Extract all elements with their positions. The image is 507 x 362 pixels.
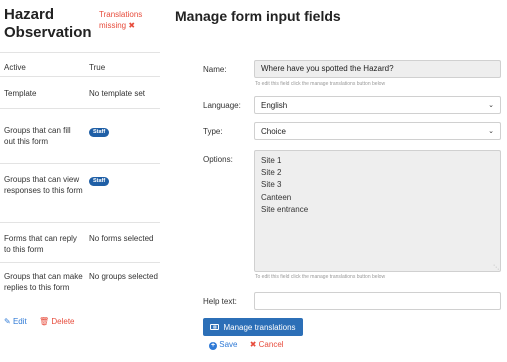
row-fill-groups: Groups that can fill out this form Staff [0, 108, 160, 163]
type-value: Choice [261, 126, 286, 136]
form-title: Hazard Observation [4, 6, 92, 41]
sidebar-actions: ✎ Edit 🗑 Delete [4, 317, 74, 326]
chevron-down-icon: ⌄ [488, 128, 494, 135]
row-reply-forms: Forms that can reply to this form No for… [0, 222, 160, 262]
edit-label: Edit [12, 317, 27, 326]
page-title: Manage form input fields [175, 8, 341, 24]
row-label: Groups that can fill out this form [4, 126, 71, 146]
name-field[interactable]: Where have you spotted the Hazard? [254, 60, 501, 78]
row-value: True [89, 63, 106, 72]
cancel-button[interactable]: ✖ Cancel [250, 340, 284, 349]
row-active: Active True [0, 52, 160, 76]
close-icon: ✖ [249, 340, 257, 349]
trash-icon: 🗑 [38, 317, 50, 326]
edit-icon: ✎ [4, 317, 11, 326]
options-hint: To edit this field click the manage tran… [255, 274, 386, 280]
row-template: Template No template set [0, 76, 160, 108]
edit-button[interactable]: ✎ Edit [4, 317, 27, 326]
staff-badge: Staff [89, 128, 110, 137]
form-actions: + Save ✖ Cancel [209, 340, 284, 350]
help-text-label: Help text: [203, 297, 237, 306]
save-button[interactable]: + Save [209, 340, 238, 350]
option-item: Site 3 [261, 180, 282, 190]
row-value: No template set [89, 89, 146, 98]
language-value: English [261, 100, 288, 110]
close-x-icon: ✖ [128, 21, 136, 30]
staff-badge: Staff [89, 177, 110, 186]
name-label: Name: [203, 65, 227, 74]
option-item: Site 1 [261, 156, 282, 165]
chevron-down-icon: ⌄ [488, 102, 494, 109]
save-label: Save [219, 340, 238, 349]
row-value: No forms selected [89, 234, 154, 243]
plus-circle-icon: + [209, 342, 217, 350]
type-select[interactable]: Choice ⌄ [254, 122, 501, 140]
options-textarea[interactable]: Site 1 Site 2 Site 3 Canteen Site entran… [254, 150, 501, 272]
delete-label: Delete [51, 317, 75, 326]
row-reply-groups: Groups that can make replies to this for… [0, 262, 160, 310]
row-label: Forms that can reply to this form [4, 234, 77, 254]
delete-button[interactable]: 🗑 Delete [39, 317, 75, 326]
name-hint: To edit this field click the manage tran… [255, 81, 386, 87]
cancel-label: Cancel [258, 340, 284, 349]
row-label: Groups that can make replies to this for… [4, 272, 83, 292]
translations-missing-warning: Translations missing ✖ [99, 9, 161, 31]
option-item: Site entrance [261, 204, 309, 214]
option-item: Site 2 [261, 168, 282, 178]
manage-translations-label: Manage translations [223, 322, 296, 332]
row-label: Template [4, 89, 37, 98]
row-value: No groups selected [89, 272, 158, 281]
row-label: Groups that can view responses to this f… [4, 175, 83, 195]
option-item: Canteen [261, 192, 292, 202]
type-label: Type: [203, 127, 223, 136]
manage-translations-button[interactable]: ▩ Manage translations [203, 318, 303, 336]
language-label: Language: [203, 101, 241, 110]
row-label: Active [4, 63, 26, 72]
resize-grip-icon[interactable]: ⋱ [493, 264, 499, 271]
translate-icon: ▩ [210, 324, 220, 330]
sidebar: Hazard Observation Translations missing … [0, 0, 160, 362]
row-view-groups: Groups that can view responses to this f… [0, 163, 160, 222]
warning-text: Translations missing [99, 10, 143, 30]
language-select[interactable]: English ⌄ [254, 96, 501, 114]
help-text-input[interactable] [254, 292, 501, 310]
options-label: Options: [203, 155, 233, 164]
